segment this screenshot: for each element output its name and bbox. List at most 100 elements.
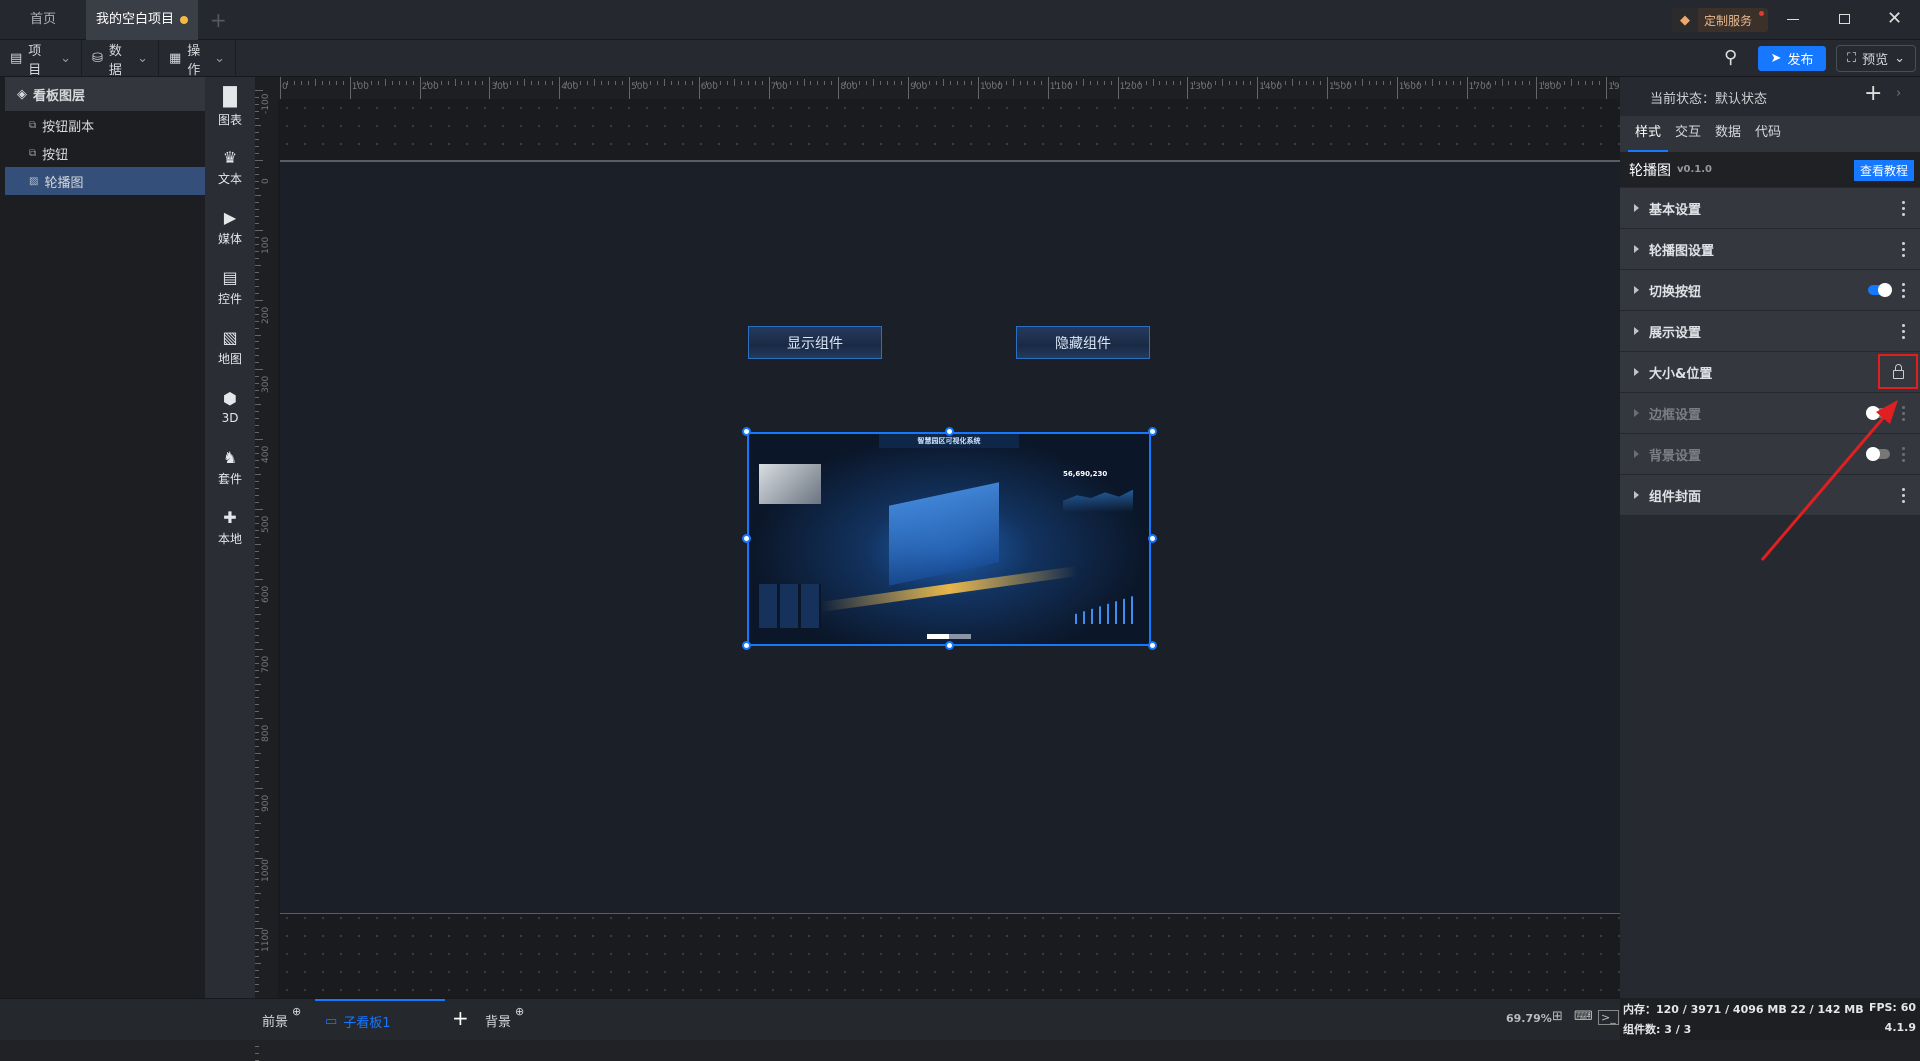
ruler-tick	[307, 81, 309, 85]
layer-item-selected[interactable]: ▨ 轮播图	[5, 167, 205, 195]
section-display[interactable]: 展示设置	[1620, 311, 1920, 352]
layer-item[interactable]: ⧉ 按钮	[5, 139, 205, 167]
resize-handle[interactable]	[1148, 641, 1157, 650]
ruler-tick	[255, 816, 259, 818]
section-switch-button[interactable]: 切换按钮	[1620, 270, 1920, 311]
search-icon[interactable]: ⚲	[1724, 47, 1737, 68]
carousel-component[interactable]: 智慧园区可视化系统 56,690,230	[747, 432, 1151, 646]
ruler-tick	[1396, 77, 1398, 99]
sub-board-tab[interactable]: ▭ 子看板1	[315, 999, 445, 1041]
keyboard-icon[interactable]: ⌨	[1574, 1009, 1593, 1024]
tab-interaction[interactable]: 交互	[1668, 116, 1708, 152]
foreground-tab[interactable]: 前景 ⊕	[262, 1005, 301, 1030]
ruler-tick	[670, 81, 672, 85]
more-icon[interactable]	[1902, 242, 1906, 257]
ruler-tick	[1571, 79, 1573, 86]
preview-button[interactable]: ⛶ 预览 ⌄	[1836, 45, 1916, 72]
add-circle-icon[interactable]: ⊕	[292, 1005, 301, 1030]
component-media[interactable]: ▶ 媒体	[205, 197, 255, 257]
tab-home[interactable]: 首页	[0, 0, 86, 40]
ruler-tick	[635, 81, 637, 85]
component-suite[interactable]: ♞ 套件	[205, 437, 255, 497]
add-circle-icon[interactable]: ⊕	[515, 1005, 524, 1030]
tab-code[interactable]: 代码	[1748, 116, 1788, 152]
layer-item[interactable]: ⧉ 按钮副本	[5, 111, 205, 139]
background-tab[interactable]: 背景 ⊕	[485, 1005, 524, 1030]
hide-component-button[interactable]: 隐藏组件	[1016, 326, 1150, 359]
resize-handle[interactable]	[742, 641, 751, 650]
ruler-tick	[255, 948, 259, 950]
ruler-tick	[615, 81, 617, 85]
component-text[interactable]: ♛ 文本	[205, 137, 255, 197]
ruler-tick	[1473, 81, 1475, 85]
menu-project[interactable]: ▤ 项目 ⌄	[0, 40, 82, 78]
component-label: 文本	[217, 171, 242, 186]
ruler-tick	[255, 899, 259, 901]
ruler-tick-label: 700	[770, 82, 788, 92]
ruler-tick	[1145, 81, 1147, 85]
section-label: 轮播图设置	[1649, 243, 1715, 259]
section-carousel[interactable]: 轮播图设置	[1620, 229, 1920, 270]
carousel-indicator-active[interactable]	[927, 634, 949, 639]
ruler-tick	[255, 885, 259, 887]
publish-button[interactable]: ➤ 发布	[1758, 46, 1826, 71]
ruler-tick	[782, 81, 784, 85]
resize-handle[interactable]	[945, 641, 954, 650]
component-3d[interactable]: ⬢ 3D	[205, 377, 255, 437]
component-map[interactable]: ▧ 地图	[205, 317, 255, 377]
ruler-tick	[1361, 79, 1363, 86]
ruler-tick	[255, 502, 259, 504]
ruler-tick	[255, 522, 259, 524]
board-icon: ▭	[325, 1013, 338, 1029]
tutorial-button[interactable]: 查看教程	[1853, 160, 1914, 181]
more-icon[interactable]	[1902, 283, 1906, 298]
menu-operation[interactable]: ▦ 操作 ⌄	[159, 40, 236, 78]
resize-handle[interactable]	[1148, 534, 1157, 543]
resize-handle[interactable]	[1148, 427, 1157, 436]
close-icon[interactable]: ✕	[1887, 8, 1902, 29]
tab-style[interactable]: 样式	[1628, 116, 1668, 152]
ruler-tick-label: 1100	[261, 928, 271, 952]
add-board-icon[interactable]: +	[452, 1006, 469, 1030]
ruler-tick	[1550, 81, 1552, 85]
expand-icon	[1634, 368, 1639, 376]
add-tab-icon[interactable]: +	[210, 8, 227, 32]
ruler-tick	[684, 81, 686, 85]
minimize-icon[interactable]	[1787, 19, 1799, 20]
artboard[interactable]: 显示组件 隐藏组件 智慧园区可视化系统 56,690,230	[280, 160, 1620, 914]
ruler-tick	[845, 81, 847, 85]
resize-handle[interactable]	[945, 427, 954, 436]
more-icon[interactable]	[1902, 201, 1906, 216]
add-state-icon[interactable]: +	[1864, 81, 1882, 106]
section-label: 基本设置	[1649, 202, 1702, 218]
toggle-on[interactable]	[1868, 283, 1892, 297]
chevron-right-icon[interactable]: ›	[1896, 86, 1901, 101]
menu-data[interactable]: ⛁ 数据 ⌄	[82, 40, 159, 78]
section-basic[interactable]: 基本设置	[1620, 188, 1920, 229]
zoom-level[interactable]: 69.79%	[1506, 1012, 1552, 1025]
ruler-tick	[1278, 81, 1280, 85]
state-value[interactable]: 默认状态	[1715, 92, 1767, 107]
ruler-tick	[255, 222, 259, 224]
restore-icon[interactable]	[1839, 14, 1850, 24]
component-local[interactable]: ✚ 本地	[205, 497, 255, 557]
tab-project[interactable]: 我的空白项目	[86, 0, 198, 40]
component-control[interactable]: ▤ 控件	[205, 257, 255, 317]
carousel-indicator[interactable]	[949, 634, 971, 639]
lock-icon[interactable]	[1892, 363, 1904, 379]
component-name: 轮播图	[1629, 162, 1671, 179]
diamond-icon: ◆	[1672, 8, 1698, 32]
resize-handle[interactable]	[742, 534, 751, 543]
ruler-tick	[1110, 81, 1112, 85]
ruler-tick	[1417, 81, 1419, 85]
more-icon[interactable]	[1902, 324, 1906, 339]
ruler-tick	[255, 683, 261, 685]
expand-icon	[1634, 245, 1639, 253]
fit-screen-icon[interactable]: ⊞	[1552, 1009, 1563, 1024]
show-component-button[interactable]: 显示组件	[748, 326, 882, 359]
resize-handle[interactable]	[742, 427, 751, 436]
component-chart[interactable]: ▐▌ 图表	[205, 77, 255, 137]
tab-data[interactable]: 数据	[1708, 116, 1748, 152]
custom-service-button[interactable]: ◆ 定制服务	[1672, 8, 1768, 32]
terminal-icon[interactable]: >_	[1598, 1010, 1619, 1025]
